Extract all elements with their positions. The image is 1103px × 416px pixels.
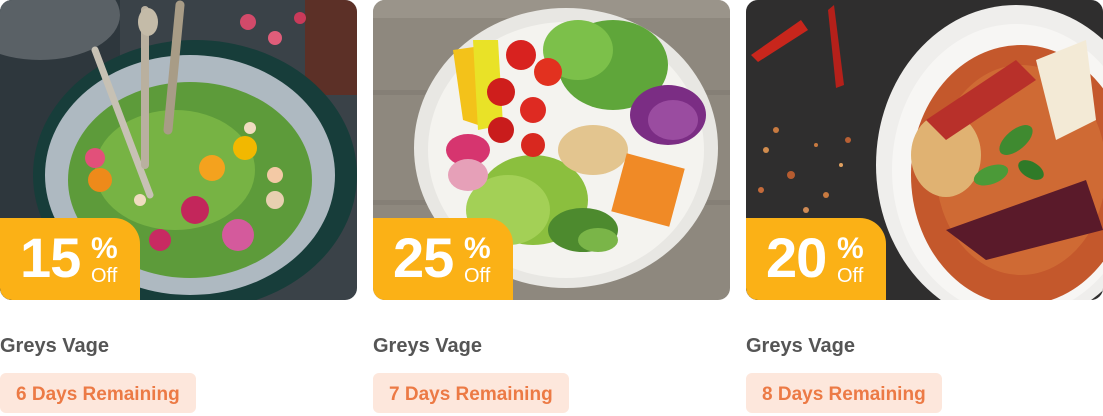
discount-off-label: Off [91, 265, 118, 287]
discount-off-label: Off [464, 265, 491, 287]
discount-value: 15 [20, 226, 81, 289]
days-remaining-badge: 6 Days Remaining [0, 373, 196, 413]
card-title[interactable]: Greys Vage [373, 335, 482, 358]
discount-percent-sign: % [837, 232, 864, 265]
discount-badge: 15 % Off [0, 218, 140, 300]
offer-card[interactable]: 15 % Off Greys Vage 6 Days Remaining [0, 0, 357, 415]
curry-bowl-photo[interactable]: 20 % Off [746, 0, 1103, 300]
discount-badge: 20 % Off [746, 218, 886, 300]
days-remaining-badge: 8 Days Remaining [746, 373, 942, 413]
discount-value: 25 [393, 226, 454, 289]
discount-percent-sign: % [91, 232, 118, 265]
days-remaining-badge: 7 Days Remaining [373, 373, 569, 413]
card-title[interactable]: Greys Vage [0, 335, 109, 358]
discount-off-label: Off [837, 265, 864, 287]
card-title[interactable]: Greys Vage [746, 335, 855, 358]
discount-value: 20 [766, 226, 827, 289]
buddha-bowl-photo[interactable]: 25 % Off [373, 0, 730, 300]
offer-card[interactable]: 20 % Off Greys Vage 8 Days Remaining [746, 0, 1103, 415]
green-salad-bowl-photo[interactable]: 15 % Off [0, 0, 357, 300]
discount-badge: 25 % Off [373, 218, 513, 300]
discount-percent-sign: % [464, 232, 491, 265]
offer-card[interactable]: 25 % Off Greys Vage 7 Days Remaining [373, 0, 730, 415]
offer-cards: 15 % Off Greys Vage 6 Days Remaining 25 … [0, 0, 1103, 415]
